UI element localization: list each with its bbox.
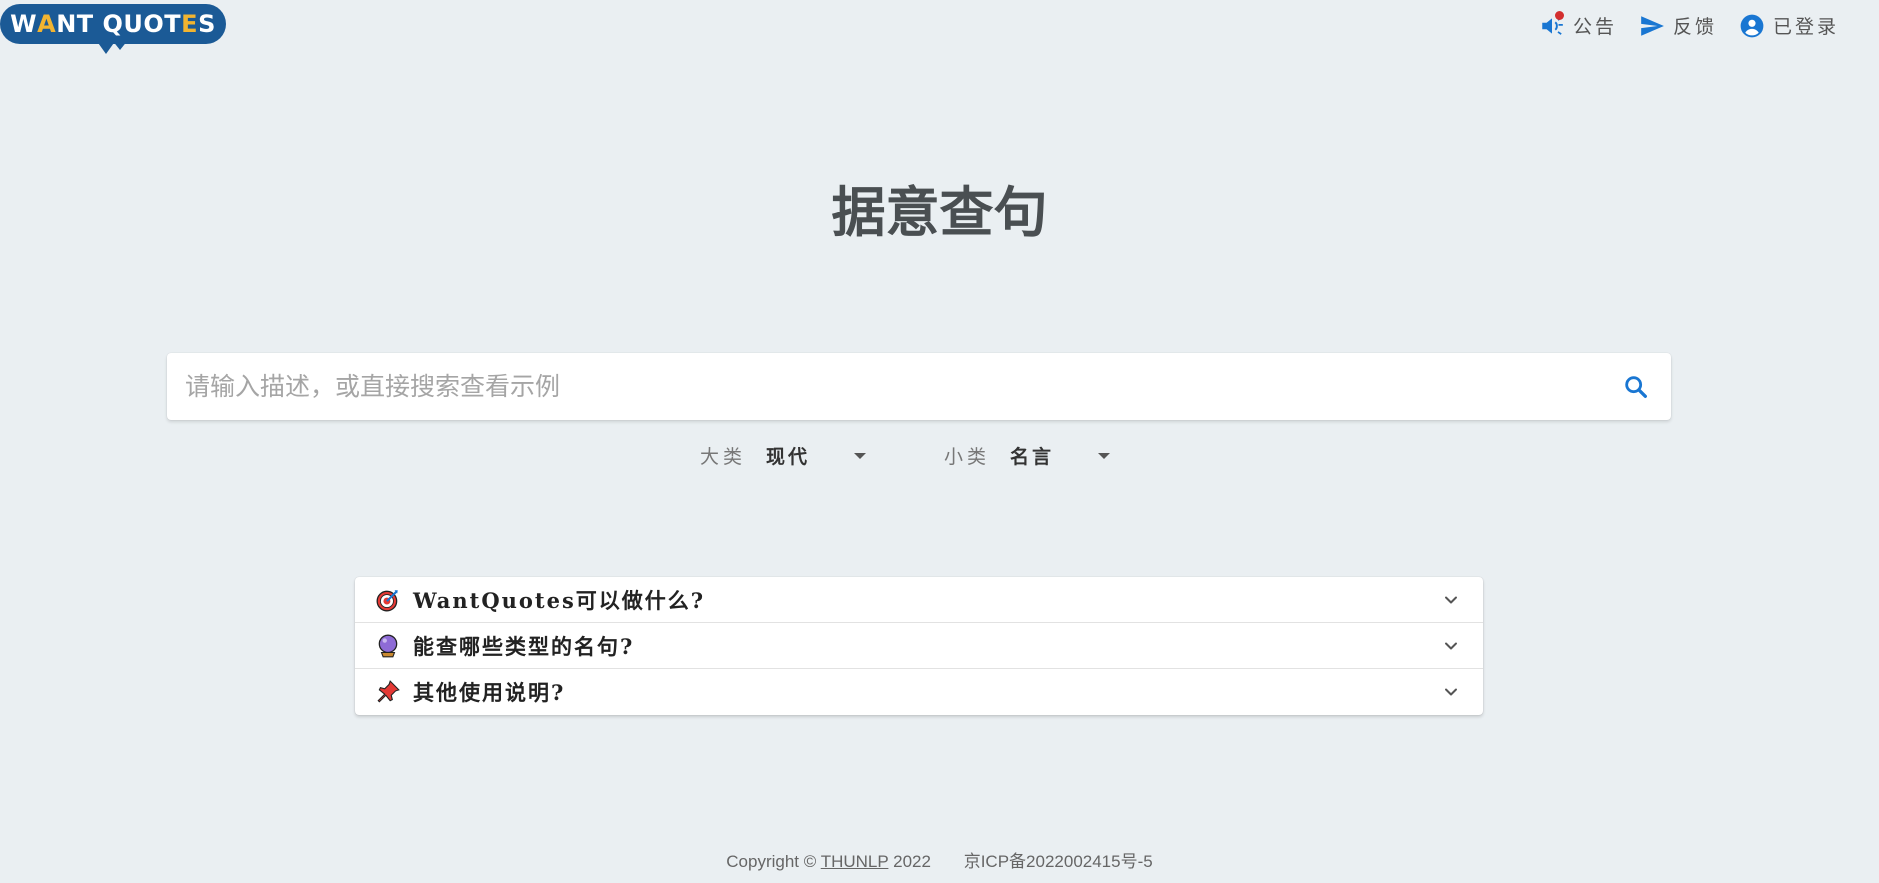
announcement-button[interactable]: 公告 [1539,10,1617,39]
account-label: 已登录 [1772,16,1839,38]
crystal-ball-icon [375,633,401,659]
search-input[interactable] [167,353,1609,420]
search-icon [1625,375,1647,398]
thunlp-link[interactable]: THUNLP [821,852,889,871]
category-filters: 大类 现代 小类 名言 [700,442,1118,469]
chevron-down-icon [1445,596,1457,603]
chevron-down-icon [1445,642,1457,649]
minor-category-select[interactable]: 名言 [1010,442,1118,469]
logo-pill: W A NT QUOT E S [0,4,226,44]
minor-category-value: 名言 [1010,446,1055,468]
notification-dot [1554,10,1564,20]
caret-down-icon [854,452,867,459]
copyright-year: 2022 [893,852,931,871]
minor-category-group: 小类 名言 [944,442,1118,469]
caret-down-icon [1098,452,1111,459]
send-icon [1639,13,1665,39]
search-bar [167,353,1671,420]
top-nav: 公告 反馈 已登录 [1539,10,1839,39]
major-category-value: 现代 [766,446,811,468]
major-category-label: 大类 [700,446,747,468]
chevron-down-icon [1445,688,1457,696]
faq-item-quote-types[interactable]: 能查哪些类型的名句? [355,623,1483,669]
faq-title: WantQuotes可以做什么? [413,587,706,613]
logo-text: W [10,10,38,38]
page-title: 据意查句 [831,180,1048,244]
logo-text-accent: E [181,10,199,38]
icp-license-text[interactable]: 京ICP备2022002415号-5 [964,852,1153,871]
major-category-select[interactable]: 现代 [766,442,874,469]
major-category-group: 大类 现代 [700,442,874,469]
copyright-text: Copyright © [726,852,817,871]
search-button[interactable] [1609,360,1663,414]
footer: Copyright © THUNLP 2022 京ICP备2022002415号… [0,847,1879,872]
logo-text-accent: A [37,10,57,38]
account-button[interactable]: 已登录 [1739,12,1839,39]
faq-accordion: WantQuotes可以做什么? 能查哪些类型的名句? 其他使用说明? [355,577,1483,715]
feedback-label: 反馈 [1672,16,1717,38]
account-circle-icon [1739,13,1765,39]
feedback-button[interactable]: 反馈 [1639,12,1717,39]
faq-item-what-can-it-do[interactable]: WantQuotes可以做什么? [355,577,1483,623]
pushpin-icon [375,679,401,705]
wantquotes-logo[interactable]: W A NT QUOT E S [0,4,226,54]
megaphone-icon [1539,10,1565,39]
faq-item-other-instructions[interactable]: 其他使用说明? [355,669,1483,715]
faq-title: 其他使用说明? [413,680,566,705]
faq-title: 能查哪些类型的名句? [413,633,635,659]
target-icon [375,587,401,613]
announcement-label: 公告 [1572,16,1617,38]
logo-text: S [198,10,216,38]
minor-category-label: 小类 [944,446,991,468]
logo-text: NT QUOT [56,10,182,38]
